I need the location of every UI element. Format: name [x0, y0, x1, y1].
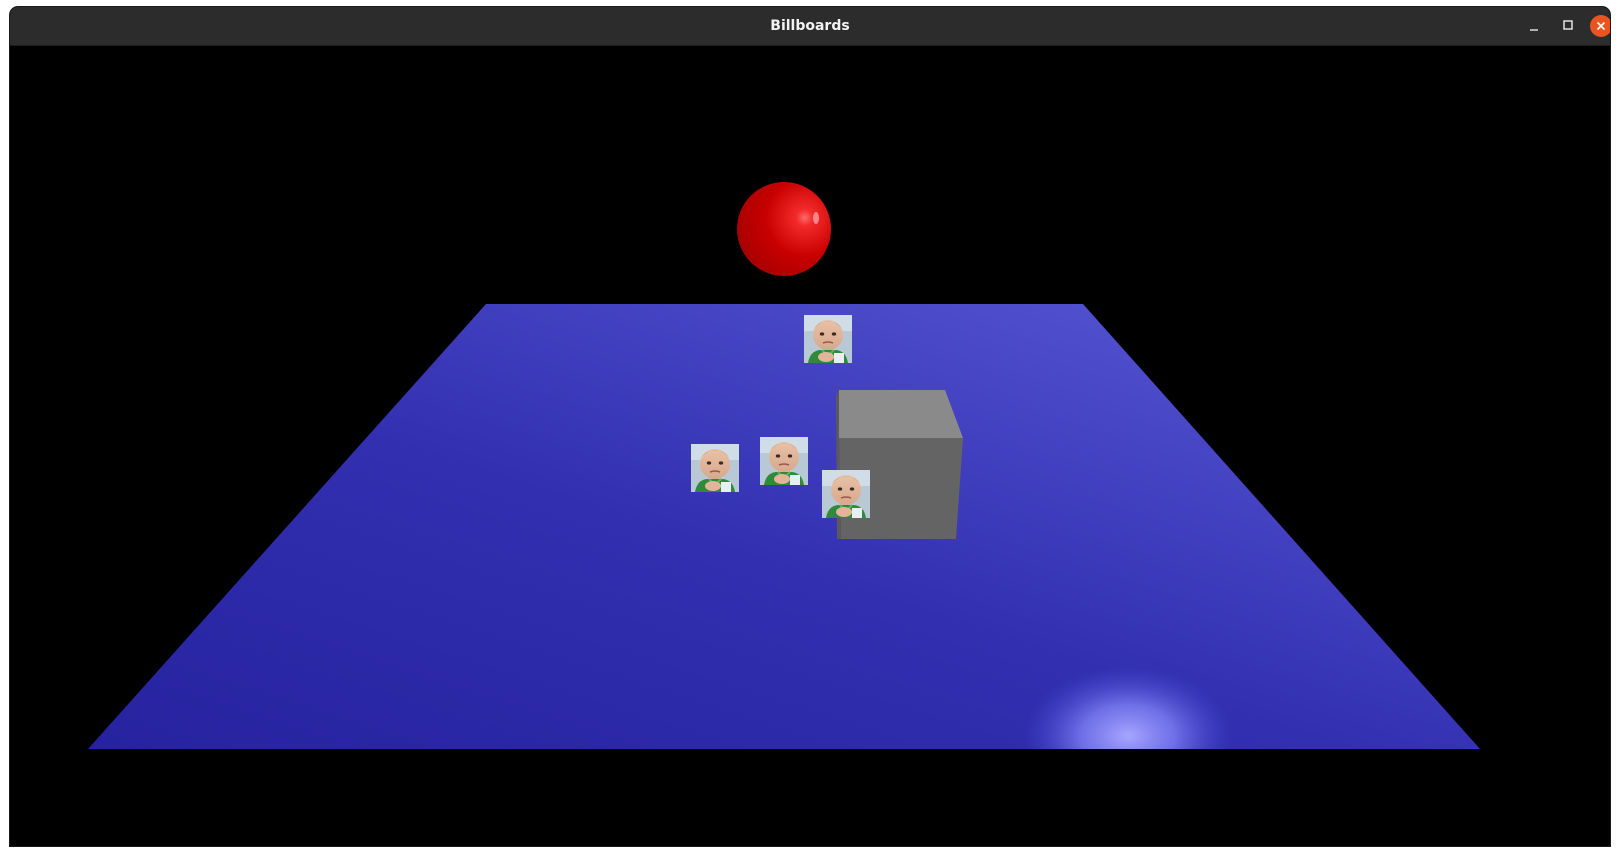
window-title: Billboards: [770, 18, 850, 34]
sphere-highlight: [813, 212, 819, 224]
3d-scene: [88, 182, 1480, 749]
close-button[interactable]: [1590, 15, 1610, 37]
title-bar[interactable]: Billboards: [10, 7, 1610, 46]
spotlight-glow: [1023, 666, 1233, 749]
minimize-icon: [1530, 29, 1538, 31]
maximize-icon: [1563, 20, 1573, 30]
red-sphere: [737, 182, 831, 276]
billboard-sprite: [803, 314, 853, 364]
app-window: Billboards: [10, 7, 1610, 846]
billboard-sprite: [821, 469, 871, 519]
render-viewport[interactable]: [10, 46, 1610, 846]
billboard-sprite: [690, 443, 740, 493]
maximize-button[interactable]: [1557, 15, 1579, 37]
billboard-sprite: [759, 436, 809, 486]
close-icon: [1596, 21, 1606, 31]
floor-plane: [88, 304, 1480, 749]
minimize-button[interactable]: [1523, 15, 1545, 37]
